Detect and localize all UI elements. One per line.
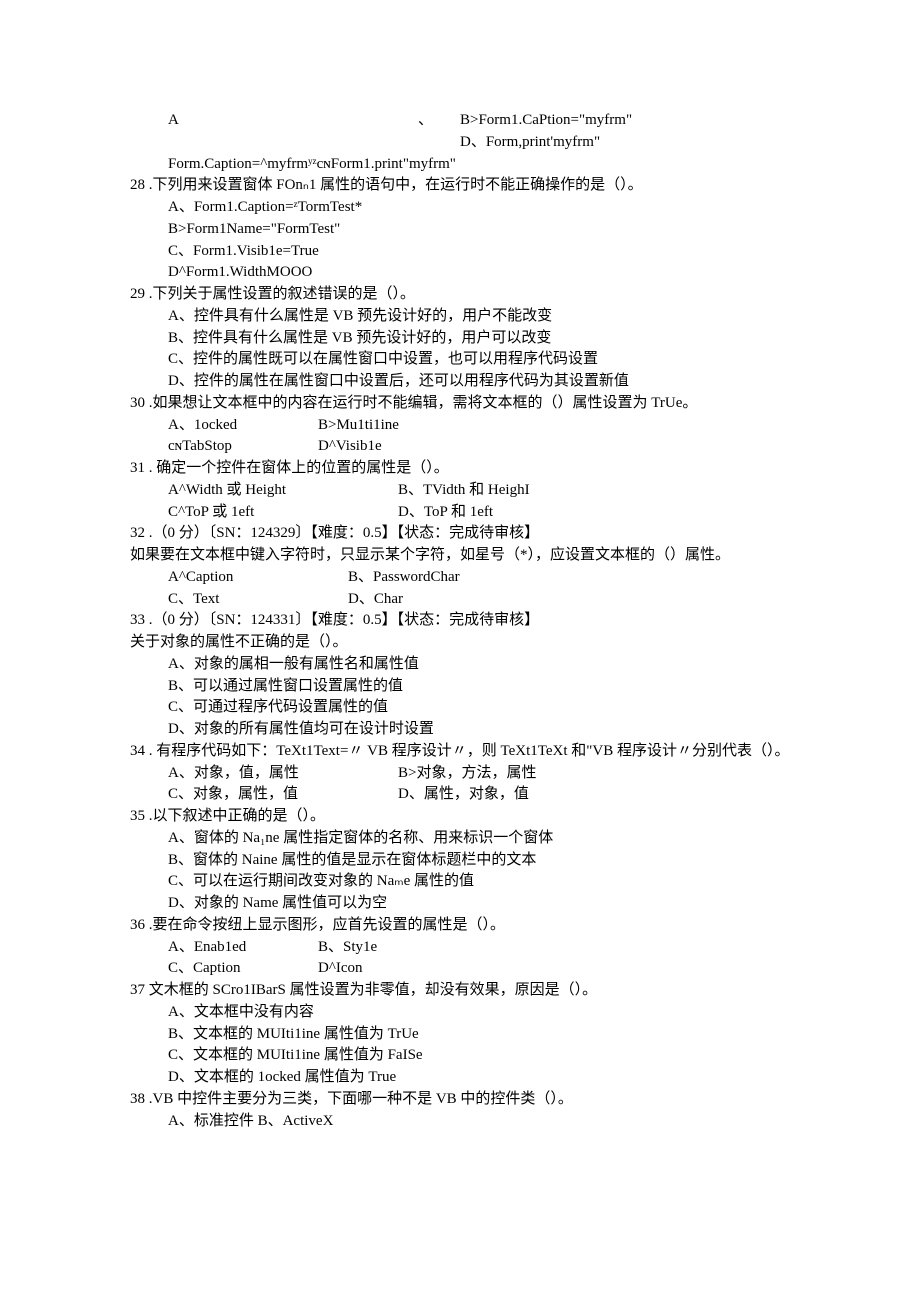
q27-opt-d: D、Form,print'myfrm"	[460, 132, 600, 154]
q33-stem1: 33 .（0 分）〔SN：124331〕【难度：0.5】【状态：完成待审核】	[130, 610, 790, 632]
q36-opt-a: A、Enab1ed	[168, 937, 318, 959]
q32-opt-c: C、Text	[168, 589, 348, 611]
q27-line-ab: A 、 B>Form1.CaPtion="myfrm"	[130, 110, 790, 132]
q38-opt-a: A、标准控件 B、ActiveX	[130, 1111, 790, 1133]
q33-opt-d: D、对象的所有属性值均可在设计时设置	[130, 719, 790, 741]
q36-line-cd: C、Caption D^Icon	[130, 958, 790, 980]
q34-opt-d: D、属性，对象，值	[398, 784, 529, 806]
q32-stem1: 32 .（0 分）〔SN：124329〕【难度：0.5】【状态：完成待审核】	[130, 523, 790, 545]
q32-line-ab: A^Caption B、PasswordChar	[130, 567, 790, 589]
q30-opt-d: D^Visib1e	[318, 436, 382, 458]
q28-stem: 28 .下列用来设置窗体 FOnₙ1 属性的语句中，在运行时不能正确操作的是（）…	[130, 175, 790, 197]
q29-opt-c: C、控件的属性既可以在属性窗口中设置，也可以用程序代码设置	[130, 349, 790, 371]
q35-opt-b: B、窗体的 Naine 属性的值是显示在窗体标题栏中的文本	[130, 850, 790, 872]
q37-stem: 37 文木框的 SCro1IBarS 属性设置为非零值，却没有效果，原因是（）。	[130, 980, 790, 1002]
q29-opt-d: D、控件的属性在属性窗口中设置后，还可以用程序代码为其设置新值	[130, 371, 790, 393]
q37-opt-a: A、文本框中没有内容	[130, 1002, 790, 1024]
q37-opt-c: C、文本框的 MUIti1ine 属性值为 FaISe	[130, 1045, 790, 1067]
q28-opt-d: D^Form1.WidthMOOO	[130, 262, 790, 284]
q32-line-cd: C、Text D、Char	[130, 589, 790, 611]
q28-opt-a: A、Form1.Caption=ᶻTormTest*	[130, 197, 790, 219]
q33-opt-c: C、可通过程序代码设置属性的值	[130, 697, 790, 719]
q30-opt-c: cɴTabStop	[168, 436, 318, 458]
q30-line-cd: cɴTabStop D^Visib1e	[130, 436, 790, 458]
q32-opt-a: A^Caption	[168, 567, 348, 589]
q36-opt-b: B、Sty1e	[318, 937, 377, 959]
q31-opt-d: D、ToP 和 1eft	[398, 502, 493, 524]
q28-opt-c: C、Form1.Visib1e=True	[130, 241, 790, 263]
q31-opt-a: A^Width 或 Height	[168, 480, 398, 502]
q30-stem: 30 .如果想让文本框中的内容在运行时不能编辑，需将文本框的（）属性设置为 Tr…	[130, 393, 790, 415]
q31-line-cd: C^ToP 或 1eft D、ToP 和 1eft	[130, 502, 790, 524]
q32-opt-d: D、Char	[348, 589, 403, 611]
q28-opt-b: B>Form1Name="FormTest"	[130, 219, 790, 241]
q27-opt-a: A	[168, 110, 418, 132]
q27-opt-b: B>Form1.CaPtion="myfrm"	[460, 110, 632, 132]
q34-line-cd: C、对象，属性，值 D、属性，对象，值	[130, 784, 790, 806]
q33-opt-a: A、对象的属相一般有属性名和属性值	[130, 654, 790, 676]
q32-opt-b: B、PasswordChar	[348, 567, 460, 589]
q35-opt-c: C、可以在运行期间改变对象的 Naₘe 属性的值	[130, 871, 790, 893]
q27-sep: 、	[418, 110, 460, 132]
q29-opt-a: A、控件具有什么属性是 VB 预先设计好的，用户不能改变	[130, 306, 790, 328]
q34-opt-b: B>对象，方法，属性	[398, 763, 536, 785]
q36-opt-c: C、Caption	[168, 958, 318, 980]
q30-line-ab: A、1ocked B>Mu1ti1ine	[130, 415, 790, 437]
q33-opt-b: B、可以通过属性窗口设置属性的值	[130, 676, 790, 698]
q38-stem: 38 .VB 中控件主要分为三类，下面哪一种不是 VB 中的控件类（）。	[130, 1089, 790, 1111]
q30-opt-a: A、1ocked	[168, 415, 318, 437]
q35-opt-d: D、对象的 Name 属性值可以为空	[130, 893, 790, 915]
q34-stem: 34 . 有程序代码如下：TeXt1Text=〃 VB 程序设计〃，则 TeXt…	[130, 741, 790, 763]
q34-line-ab: A、对象，值，属性 B>对象，方法，属性	[130, 763, 790, 785]
q35-opt-a: A、窗体的 Na₁ne 属性指定窗体的名称、用来标识一个窗体	[130, 828, 790, 850]
q32-stem2: 如果要在文本框中键入字符时，只显示某个字符，如星号（*），应设置文本框的（）属性…	[130, 545, 790, 567]
q36-stem: 36 .要在命令按纽上显示图形，应首先设置的属性是（）。	[130, 915, 790, 937]
q30-opt-b: B>Mu1ti1ine	[318, 415, 399, 437]
q37-opt-b: B、文本框的 MUIti1ine 属性值为 TrUe	[130, 1024, 790, 1046]
q34-opt-c: C、对象，属性，值	[168, 784, 398, 806]
q27-line3: Form.Caption=^myfrmʸᶻcɴForm1.print"myfrm…	[130, 154, 790, 176]
q29-opt-b: B、控件具有什么属性是 VB 预先设计好的，用户可以改变	[130, 328, 790, 350]
q36-opt-d: D^Icon	[318, 958, 363, 980]
q37-opt-d: D、文本框的 1ocked 属性值为 True	[130, 1067, 790, 1089]
q31-opt-c: C^ToP 或 1eft	[168, 502, 398, 524]
q34-opt-a: A、对象，值，属性	[168, 763, 398, 785]
q31-stem: 31 . 确定一个控件在窗体上的位置的属性是（）。	[130, 458, 790, 480]
q31-opt-b: B、TVidth 和 HeighI	[398, 480, 530, 502]
q31-line-ab: A^Width 或 Height B、TVidth 和 HeighI	[130, 480, 790, 502]
q35-stem: 35 .以下叙述中正确的是（）。	[130, 806, 790, 828]
q33-stem2: 关于对象的属性不正确的是（）。	[130, 632, 790, 654]
q27-line-d: D、Form,print'myfrm"	[130, 132, 790, 154]
q29-stem: 29 .下列关于属性设置的叙述错误的是（）。	[130, 284, 790, 306]
q36-line-ab: A、Enab1ed B、Sty1e	[130, 937, 790, 959]
